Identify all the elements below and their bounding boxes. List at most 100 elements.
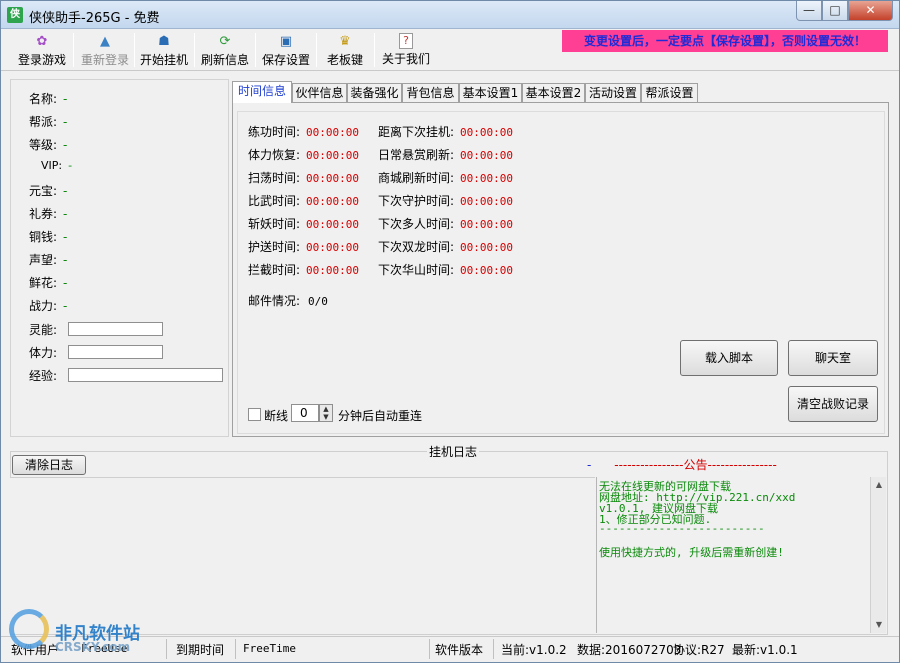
relogin-button[interactable]: ▲ 重新登录 [77,31,133,69]
time-row: 斩妖时间: 00:00:00 [248,217,360,231]
current-version: 当前:v1.0.2 [501,643,567,657]
time-row: 拦截时间: 00:00:00 [248,263,360,277]
time-row: 练功时间: 00:00:00 [248,125,360,139]
notice-line: ------------------------- [599,522,765,535]
refresh-info-button[interactable]: ⟳ 刷新信息 [199,31,251,69]
toolbar-separator [255,33,256,67]
tab-basic-settings-1[interactable]: 基本设置1 [459,83,522,103]
clear-log-button[interactable]: 清除日志 [12,455,86,475]
reconnect-label: 断线 [264,409,289,423]
toolbar: ✿ 登录游戏 ▲ 重新登录 ☗ 开始挂机 ⟳ 刷新信息 ▣ 保存设置 ♛ 老板键 [1,29,899,71]
info-row-copper: 铜钱: - [29,230,68,244]
boss-key-button[interactable]: ♛ 老板键 [323,31,367,69]
crsky-watermark: 非凡软件站 CRSKY.com [9,605,155,659]
hangup-log-title: 挂机日志 [427,443,480,460]
toolbar-separator [134,33,135,67]
boss-key-icon: ♛ [339,34,351,49]
time-row: 日常悬赏刷新: 00:00:00 [378,148,514,162]
watermark-text-2: CRSKY.com [55,640,131,654]
game-pad-icon: ✿ [36,34,48,49]
time-row: 商城刷新时间: 00:00:00 [378,171,514,185]
mail-status: 邮件情况: 0/0 [248,294,328,308]
latest-version: 最新:v1.0.1 [732,643,798,657]
boss-key-label: 老板键 [326,53,363,67]
time-row: 比武时间: 00:00:00 [248,194,360,208]
crsky-logo-icon [9,609,49,649]
save-settings-button[interactable]: ▣ 保存设置 [259,31,313,69]
person-icon: ☗ [158,34,170,49]
maximize-button[interactable]: □ [822,1,848,21]
tab-activity-settings[interactable]: 活动设置 [585,83,641,103]
time-row: 体力恢复: 00:00:00 [248,148,360,162]
stamina-bar [68,345,163,359]
info-row-prestige: 声望: - [29,253,68,267]
tab-bag-info[interactable]: 背包信息 [402,83,459,103]
save-settings-label: 保存设置 [261,53,310,67]
time-row: 下次守护时间: 00:00:00 [378,194,514,208]
clear-battle-record-button[interactable]: 清空战败记录 [788,386,878,422]
toolbar-separator [73,33,74,67]
status-separator [235,639,236,659]
data-version: 数据:2016072703 [577,643,682,657]
app-icon: 侠 [7,7,23,23]
info-row-ingot: 元宝: - [29,184,68,198]
about-us-button[interactable]: ? 关于我们 [379,31,433,69]
protocol-version: 协议:R27 [673,643,725,657]
reconnect-minutes-input[interactable]: 0 [291,404,319,422]
spirit-label: 灵能: [29,323,58,337]
relogin-label: 重新登录 [80,53,129,67]
main-window: 侠 侠侠助手-265G - 免费 — □ ✕ ✿ 登录游戏 ▲ 重新登录 ☗ 开… [0,0,900,663]
tab-time-info[interactable]: 时间信息 [232,81,292,103]
info-row-flowers: 鲜花: - [29,276,68,290]
save-warning-banner: 变更设置后，一定要点【保存设置】，否则设置无效！ [562,30,888,52]
info-row-level: 等级: - [29,138,68,152]
chat-room-button[interactable]: 聊天室 [788,340,878,376]
time-row: 下次华山时间: 00:00:00 [378,263,514,277]
start-hangup-label: 开始挂机 [139,53,188,67]
expire-label: 到期时间 [176,643,225,657]
version-label: 软件版本 [435,643,484,657]
login-game-label: 登录游戏 [17,53,66,67]
status-separator [166,639,167,659]
minimize-button[interactable]: — [796,1,822,21]
tab-partner-info[interactable]: 伙伴信息 [292,83,347,103]
reconnect-minutes-stepper[interactable]: ▲ ▼ [319,404,333,422]
refresh-info-label: 刷新信息 [200,53,249,67]
notice-header: - ----------------公告---------------- [587,458,777,472]
time-row: 下次多人时间: 00:00:00 [378,217,514,231]
scroll-up-icon[interactable]: ▲ [871,477,887,493]
login-game-button[interactable]: ✿ 登录游戏 [13,31,71,69]
notice-scrollbar[interactable]: ▲ ▼ [870,477,886,633]
time-row: 护送时间: 00:00:00 [248,240,360,254]
close-button[interactable]: ✕ [848,1,893,21]
about-us-label: 关于我们 [381,52,430,66]
reconnect-checkbox[interactable] [248,408,261,421]
reconnect-suffix: 分钟后自动重连 [338,409,423,423]
start-hangup-button[interactable]: ☗ 开始挂机 [138,31,190,69]
notice-line: 使用快捷方式的, 升级后需重新创建! [599,546,784,559]
tab-equipment-upgrade[interactable]: 装备强化 [347,83,402,103]
toolbar-separator [316,33,317,67]
window-title: 侠侠助手-265G - 免费 [29,11,160,26]
experience-label: 经验: [29,369,58,383]
time-info-content: 练功时间: 00:00:00 体力恢复: 00:00:00 扫荡时间: 00:00:0… [237,111,885,434]
scroll-down-icon[interactable]: ▼ [871,617,887,633]
info-row-guild: 帮派: - [29,115,68,129]
toolbar-separator [374,33,375,67]
title-bar[interactable]: 侠 侠侠助手-265G - 免费 — □ ✕ [1,1,899,29]
character-info-panel: 名称: - 帮派: - 等级: - VIP: - 元宝: - 礼券: - 铜钱: - 声望: -… [10,79,229,437]
stamina-label: 体力: [29,346,58,360]
tab-basic-settings-2[interactable]: 基本设置2 [522,83,585,103]
load-script-button[interactable]: 载入脚本 [680,340,778,376]
time-row: 下次双龙时间: 00:00:00 [378,240,514,254]
status-separator [429,639,430,659]
notice-box[interactable]: 无法在线更新的可网盘下载 网盘地址: http://vip.221.cn/xxd… [596,477,886,633]
save-icon: ▣ [279,34,293,49]
info-row-vip: VIP: - [41,159,73,172]
status-separator [493,639,494,659]
toolbar-separator [194,33,195,67]
info-row-power: 战力: - [29,299,68,313]
up-arrow-icon: ▲ [100,34,110,49]
tab-guild-settings[interactable]: 帮派设置 [641,83,698,103]
expire-value: FreeTime [243,642,296,655]
